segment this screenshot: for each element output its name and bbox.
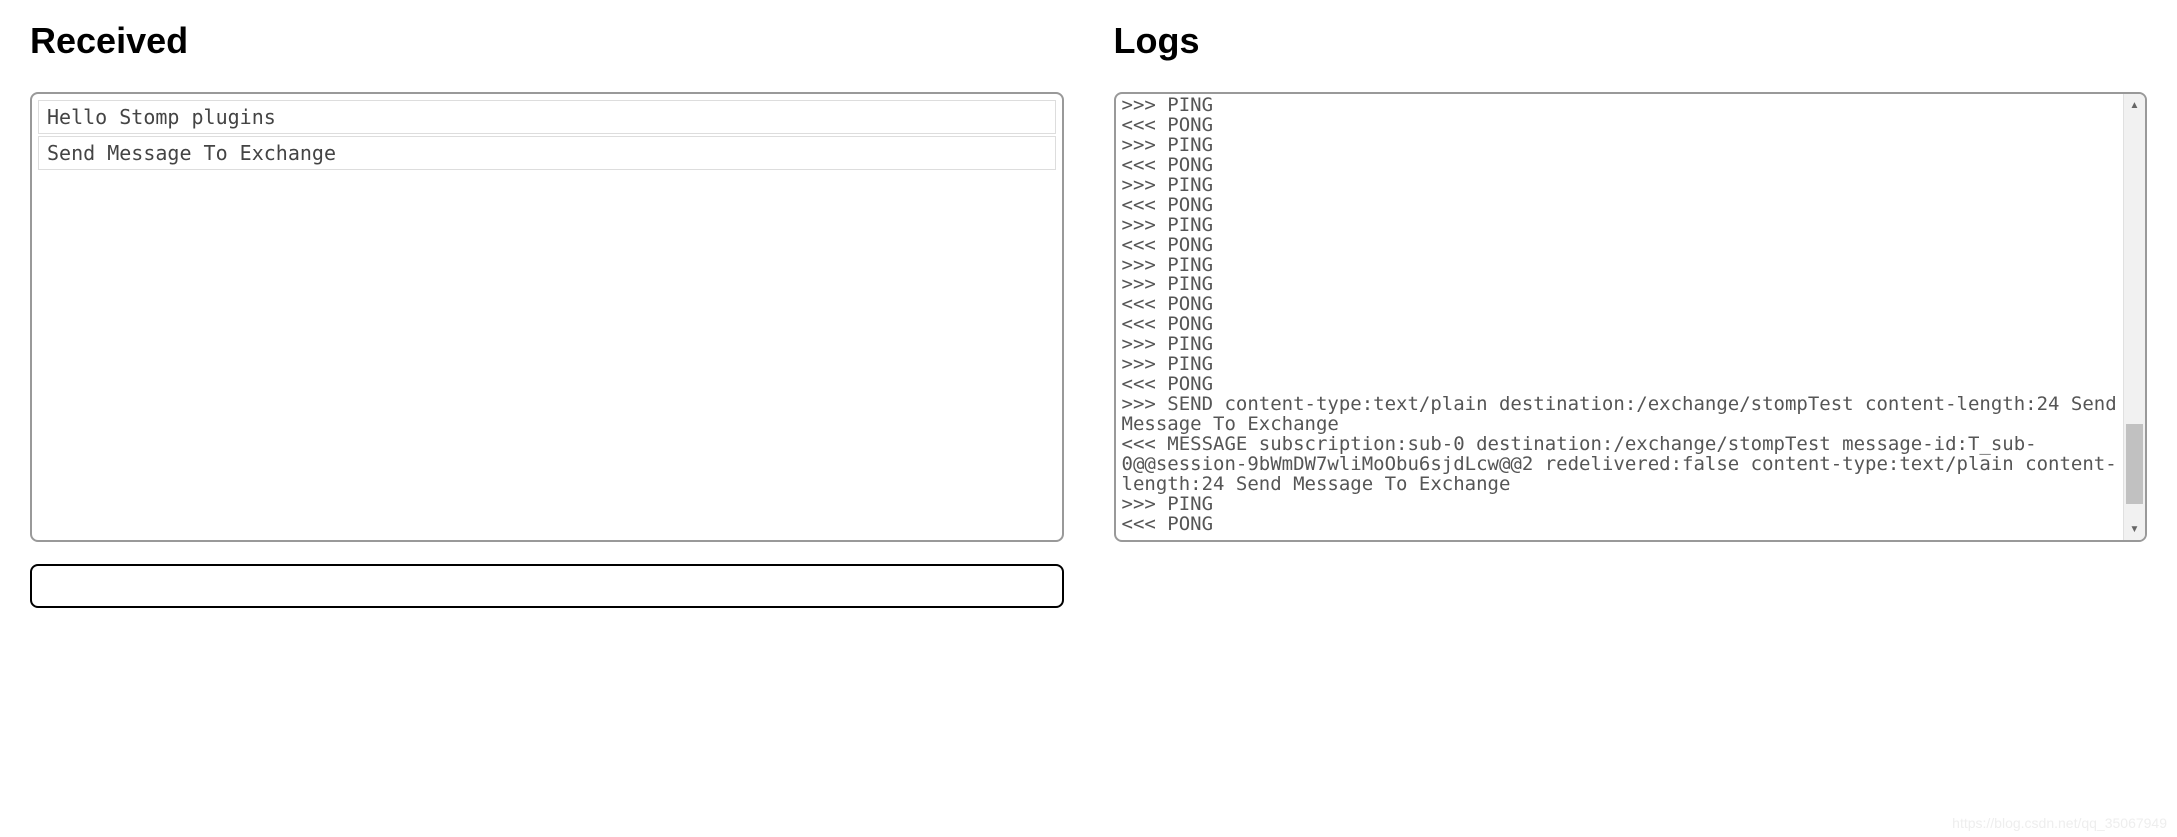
- log-line: <<< PONG: [1122, 196, 2118, 216]
- log-line: >>> PING: [1122, 96, 2118, 116]
- log-line: <<< PONG: [1122, 375, 2118, 395]
- received-item: Hello Stomp plugins: [38, 100, 1056, 134]
- received-panel: Hello Stomp pluginsSend Message To Excha…: [30, 92, 1064, 542]
- logs-scrollbar[interactable]: ▲ ▼: [2123, 94, 2145, 540]
- log-line: >>> PING: [1122, 216, 2118, 236]
- log-line: <<< PONG: [1122, 156, 2118, 176]
- log-line: <<< PONG: [1122, 315, 2118, 335]
- log-line: <<< PONG: [1122, 116, 2118, 136]
- scroll-thumb[interactable]: [2126, 424, 2143, 504]
- logs-heading: Logs: [1114, 20, 2148, 62]
- scroll-down-arrow[interactable]: ▼: [2124, 518, 2145, 540]
- log-line: <<< MESSAGE subscription:sub-0 destinati…: [1122, 435, 2118, 495]
- log-line: >>> PING: [1122, 256, 2118, 276]
- message-input[interactable]: [30, 564, 1064, 608]
- log-line: >>> PING: [1122, 176, 2118, 196]
- watermark: https://blog.csdn.net/qq_35067949: [1952, 815, 2167, 831]
- logs-content[interactable]: >>> PING<<< PONG>>> PING<<< PONG>>> PING…: [1116, 94, 2124, 540]
- log-line: >>> PING: [1122, 275, 2118, 295]
- log-line: <<< PONG: [1122, 295, 2118, 315]
- log-line: >>> PING: [1122, 355, 2118, 375]
- log-line: <<< PONG: [1122, 236, 2118, 256]
- log-line: >>> PING: [1122, 335, 2118, 355]
- scroll-up-arrow[interactable]: ▲: [2124, 94, 2145, 116]
- log-line: >>> PING: [1122, 495, 2118, 515]
- received-list: Hello Stomp pluginsSend Message To Excha…: [38, 100, 1056, 170]
- log-line: >>> SEND content-type:text/plain destina…: [1122, 395, 2118, 435]
- received-column: Received Hello Stomp pluginsSend Message…: [30, 10, 1064, 608]
- log-line: <<< PONG: [1122, 515, 2118, 535]
- logs-column: Logs >>> PING<<< PONG>>> PING<<< PONG>>>…: [1114, 10, 2148, 608]
- logs-panel: >>> PING<<< PONG>>> PING<<< PONG>>> PING…: [1114, 92, 2148, 542]
- log-line: >>> PING: [1122, 136, 2118, 156]
- received-item: Send Message To Exchange: [38, 136, 1056, 170]
- received-heading: Received: [30, 20, 1064, 62]
